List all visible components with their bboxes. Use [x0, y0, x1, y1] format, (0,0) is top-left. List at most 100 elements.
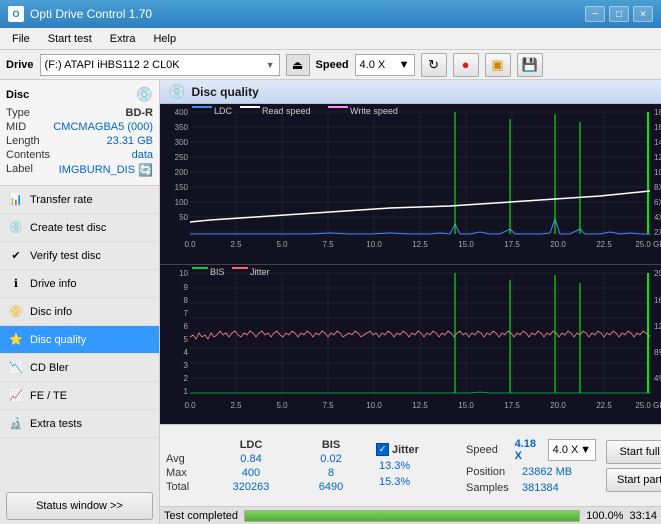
- svg-text:5: 5: [184, 335, 189, 344]
- svg-text:15.0: 15.0: [458, 240, 474, 249]
- svg-text:6X: 6X: [654, 198, 661, 207]
- jitter-header: ✓ Jitter: [376, 443, 456, 456]
- disc-label-value: IMGBURN_DIS 🔄: [59, 163, 153, 177]
- disc-contents-label: Contents: [6, 149, 50, 161]
- menu-file[interactable]: File: [4, 31, 38, 47]
- drive-bar: Drive (F:) ATAPI iHBS112 2 CL0K ▼ ⏏ Spee…: [0, 50, 661, 80]
- main-layout: Disc 💿 Type BD-R MID CMCMAGBA5 (000) Len…: [0, 80, 661, 524]
- refresh-button[interactable]: ↻: [421, 53, 447, 77]
- nav-cd-bler-label: CD Bler: [30, 362, 69, 374]
- minimize-button[interactable]: −: [585, 6, 605, 22]
- speed-stat-select[interactable]: 4.0 X ▼: [548, 439, 596, 461]
- svg-text:25.0 GB: 25.0 GB: [635, 401, 661, 410]
- jitter-avg: 13.3%: [376, 460, 456, 472]
- svg-text:Jitter: Jitter: [250, 267, 270, 277]
- nav-cd-bler[interactable]: 📉 CD Bler: [0, 354, 159, 382]
- speed-label: Speed: [316, 59, 349, 71]
- svg-text:14X: 14X: [654, 138, 661, 147]
- speed-select[interactable]: 4.0 X ▼: [355, 54, 415, 76]
- progress-bar-container: Test completed 100.0% 33:14: [160, 506, 661, 524]
- avg-ldc: 0.84: [226, 453, 276, 465]
- disc-label-row: Label IMGBURN_DIS 🔄: [6, 163, 153, 177]
- max-label: Max: [166, 467, 196, 479]
- nav-disc-info[interactable]: 📀 Disc info: [0, 298, 159, 326]
- nav-drive-info[interactable]: ℹ Drive info: [0, 270, 159, 298]
- eject-button[interactable]: ⏏: [286, 54, 310, 76]
- samples-value: 381384: [522, 482, 559, 494]
- nav-create-test-disc[interactable]: 💿 Create test disc: [0, 214, 159, 242]
- start-full-button[interactable]: Start full: [606, 440, 661, 464]
- total-bis: 6490: [306, 481, 356, 493]
- disc-mid-value: CMCMAGBA5 (000): [53, 121, 153, 133]
- stats-avg-row: Avg 0.84 0.02: [166, 453, 366, 465]
- svg-text:8%: 8%: [654, 348, 661, 357]
- svg-text:7.5: 7.5: [322, 240, 334, 249]
- app-title: Opti Drive Control 1.70: [30, 7, 152, 21]
- disc-contents-row: Contents data: [6, 149, 153, 161]
- drive-label: Drive: [6, 59, 34, 71]
- content-title: Disc quality: [191, 85, 258, 99]
- disc-header: Disc 💿: [6, 86, 153, 103]
- svg-text:200: 200: [175, 168, 189, 177]
- nav-verify-test-disc[interactable]: ✔ Verify test disc: [0, 242, 159, 270]
- nav-transfer-rate-label: Transfer rate: [30, 194, 93, 206]
- svg-text:7: 7: [184, 309, 189, 318]
- svg-text:12X: 12X: [654, 153, 661, 162]
- speed-stat-select-value: 4.0 X: [553, 444, 579, 456]
- disc-icon-button2[interactable]: ▣: [485, 53, 511, 77]
- status-window-button[interactable]: Status window >>: [6, 492, 153, 520]
- nav-cd-bler-icon: 📉: [8, 360, 24, 376]
- progress-time: 33:14: [629, 510, 657, 522]
- save-button[interactable]: 💾: [517, 53, 543, 77]
- svg-text:16X: 16X: [654, 123, 661, 132]
- menu-help[interactable]: Help: [145, 31, 184, 47]
- svg-text:8X: 8X: [654, 183, 661, 192]
- svg-text:20.0: 20.0: [550, 240, 566, 249]
- svg-text:2X: 2X: [654, 228, 661, 237]
- nav-extra-tests[interactable]: 🔬 Extra tests: [0, 410, 159, 438]
- svg-text:17.5: 17.5: [504, 240, 520, 249]
- svg-text:22.5: 22.5: [596, 401, 612, 410]
- disc-length-row: Length 23.31 GB: [6, 135, 153, 147]
- disc-length-label: Length: [6, 135, 40, 147]
- disc-label-icon: 🔄: [138, 163, 153, 177]
- disc-header-icon: 💿: [136, 86, 153, 103]
- menu-extra[interactable]: Extra: [102, 31, 144, 47]
- svg-text:18X: 18X: [654, 108, 661, 117]
- close-button[interactable]: ×: [633, 6, 653, 22]
- content-area: 💿 Disc quality: [160, 80, 661, 524]
- nav-extra-tests-label: Extra tests: [30, 418, 82, 430]
- nav-disc-quality-label: Disc quality: [30, 334, 86, 346]
- nav-fe-te[interactable]: 📈 FE / TE: [0, 382, 159, 410]
- svg-text:250: 250: [175, 153, 189, 162]
- svg-text:15.0: 15.0: [458, 401, 474, 410]
- nav-extra-tests-icon: 🔬: [8, 416, 24, 432]
- status-window-label: Status window >>: [36, 500, 123, 512]
- progress-status: Test completed: [164, 510, 238, 522]
- action-buttons: Start full Start part: [606, 440, 661, 492]
- svg-text:3: 3: [184, 361, 189, 370]
- maximize-button[interactable]: □: [609, 6, 629, 22]
- disc-icon-button[interactable]: ●: [453, 53, 479, 77]
- menu-start-test[interactable]: Start test: [40, 31, 100, 47]
- disc-mid-label: MID: [6, 121, 26, 133]
- title-bar-left: O Opti Drive Control 1.70: [8, 6, 152, 22]
- bis-header: BIS: [306, 439, 356, 451]
- disc-label-label: Label: [6, 163, 33, 177]
- nav-fe-te-icon: 📈: [8, 388, 24, 404]
- nav-verify-test-disc-icon: ✔: [8, 248, 24, 264]
- svg-text:2: 2: [184, 374, 189, 383]
- svg-text:10: 10: [179, 269, 188, 278]
- svg-text:16%: 16%: [654, 296, 661, 305]
- svg-text:BIS: BIS: [210, 267, 225, 277]
- nav-disc-quality[interactable]: ⭐ Disc quality: [0, 326, 159, 354]
- start-part-button[interactable]: Start part: [606, 468, 661, 492]
- stats-total-row: Total 320263 6490: [166, 481, 366, 493]
- jitter-checkbox[interactable]: ✓: [376, 443, 389, 456]
- speed-arrow: ▼: [399, 59, 410, 71]
- svg-text:10.0: 10.0: [366, 240, 382, 249]
- nav-transfer-rate[interactable]: 📊 Transfer rate: [0, 186, 159, 214]
- drive-select[interactable]: (F:) ATAPI iHBS112 2 CL0K ▼: [40, 54, 280, 76]
- disc-type-value: BD-R: [126, 107, 154, 119]
- drive-dropdown-arrow: ▼: [266, 60, 275, 70]
